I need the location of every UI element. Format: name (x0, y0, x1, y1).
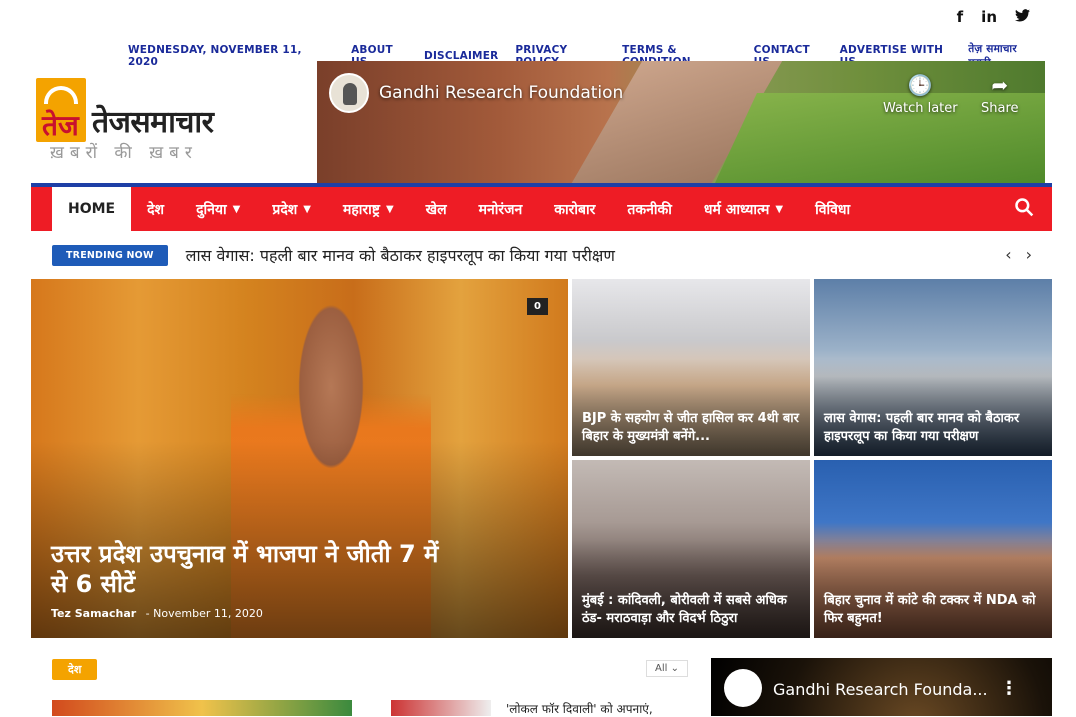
trending-arrows: ‹› (1005, 245, 1046, 264)
site-logo[interactable]: तेज तेजसमाचार ख़बरों की ख़बर (36, 78, 291, 166)
filter-label: All (655, 663, 668, 674)
nav-item-duniya[interactable]: दुनिया ▼ (180, 187, 256, 231)
nav-item-maharashtra[interactable]: महाराष्ट्र ▼ (327, 187, 410, 231)
chevron-right-icon[interactable]: › (1026, 245, 1046, 264)
nav-label: विविधा (815, 201, 851, 218)
article-card[interactable]: BJP के सहयोग से जीत हासिल कर 4थी बार बिह… (572, 279, 810, 456)
filter-dropdown[interactable]: All ⌄ (646, 660, 688, 677)
nav-item-manoranjan[interactable]: मनोरंजन (463, 187, 539, 231)
twitter-icon[interactable] (1015, 8, 1030, 26)
logo-tagline: ख़बरों की ख़बर (50, 143, 198, 163)
trending-headline[interactable]: लास वेगास: पहली बार मानव को बैठाकर हाइपर… (186, 244, 615, 266)
featured-meta: Tez Samachar - November 11, 2020 (51, 607, 263, 620)
comment-count[interactable]: 0 (527, 298, 548, 315)
chevron-down-icon: ▼ (385, 203, 394, 215)
nav-label: कारोबार (554, 201, 596, 218)
linkedin-icon[interactable]: in (981, 8, 997, 26)
social-links: f in (957, 8, 1030, 26)
meta-separator: - (145, 607, 150, 620)
facebook-icon[interactable]: f (957, 8, 964, 26)
chevron-down-icon: ▼ (232, 203, 241, 215)
featured-article[interactable]: 0 उत्तर प्रदेश उपचुनाव में भाजपा ने जीती… (31, 279, 568, 638)
sidebar-video-embed[interactable]: Gandhi Research Founda... ⋮ (711, 658, 1052, 716)
header-video-embed[interactable]: Gandhi Research Foundation 🕒 Watch later… (317, 61, 1045, 183)
section-header: देश All ⌄ (52, 658, 688, 680)
video-channel-title[interactable]: Gandhi Research Foundation (379, 83, 623, 103)
nav-label: प्रदेश (272, 201, 298, 218)
clock-icon: 🕒 (907, 73, 933, 97)
nav-label: धर्म आध्यात्म (703, 201, 770, 218)
chevron-down-icon: ▼ (775, 203, 784, 215)
share-icon: ➦ (991, 73, 1009, 97)
search-icon[interactable] (1014, 197, 1034, 222)
nav-item-karobar[interactable]: कारोबार (538, 187, 611, 231)
chevron-left-icon[interactable]: ‹ (1005, 245, 1025, 264)
author[interactable]: Tez Samachar (51, 607, 136, 620)
share-label: Share (981, 101, 1019, 116)
nav-item-khel[interactable]: खेल (410, 187, 463, 231)
article-title[interactable]: BJP के सहयोग से जीत हासिल कर 4थी बार बिह… (582, 410, 800, 446)
watch-later-label: Watch later (883, 101, 958, 116)
nav-label: HOME (68, 201, 116, 217)
logo-mark-text: तेज (42, 109, 79, 142)
video-channel-title[interactable]: Gandhi Research Founda... (773, 680, 988, 699)
logo-mark: तेज (36, 78, 86, 142)
article-title[interactable]: लास वेगास: पहली बार मानव को बैठाकर हाइपर… (824, 410, 1042, 446)
post-date: November 11, 2020 (153, 607, 263, 620)
logo-name: तेजसमाचार (92, 105, 214, 140)
article-title[interactable]: बिहार चुनाव में कांटे की टक्कर में NDA क… (824, 592, 1042, 628)
article-title[interactable]: मुंबई : कांदिवली, बोरीवली में सबसे अधिक … (582, 592, 800, 628)
nav-label: महाराष्ट्र (343, 201, 380, 218)
nav-item-home[interactable]: HOME (52, 187, 132, 231)
nav-item-pradesh[interactable]: प्रदेश ▼ (256, 187, 327, 231)
nav-item-takniki[interactable]: तकनीकी (611, 187, 688, 231)
article-card[interactable]: मुंबई : कांदिवली, बोरीवली में सबसे अधिक … (572, 460, 810, 638)
watch-later-button[interactable]: 🕒 Watch later (883, 73, 958, 116)
trending-bar: TRENDING NOW लास वेगास: पहली बार मानव को… (52, 243, 1046, 267)
article-card[interactable]: बिहार चुनाव में कांटे की टक्कर में NDA क… (814, 460, 1052, 638)
chevron-down-icon: ⌄ (670, 663, 679, 674)
nav-label: तकनीकी (627, 201, 672, 218)
article-card[interactable]: लास वेगास: पहली बार मानव को बैठाकर हाइपर… (814, 279, 1052, 456)
channel-avatar[interactable] (329, 73, 369, 113)
chevron-down-icon: ▼ (303, 203, 311, 215)
trending-badge: TRENDING NOW (52, 244, 168, 266)
nav-label: देश (147, 201, 165, 218)
main-nav: HOME देश दुनिया ▼ प्रदेश ▼ महाराष्ट्र ▼ खेल… (31, 183, 1052, 231)
more-options-icon[interactable]: ⋮ (1000, 678, 1018, 699)
article-thumbnail[interactable] (52, 700, 352, 716)
featured-title[interactable]: उत्तर प्रदेश उपचुनाव में भाजपा ने जीती 7… (51, 539, 451, 599)
nav-item-vividha[interactable]: विविधा (799, 187, 866, 231)
nav-item-dharm[interactable]: धर्म आध्यात्म ▼ (688, 187, 799, 231)
article-snippet[interactable]: 'लोकल फॉर दिवाली' को अपनाएं, (506, 700, 653, 717)
nav-label: दुनिया (196, 201, 227, 218)
current-date: WEDNESDAY, NOVEMBER 11, 2020 (128, 44, 302, 68)
nav-label: मनोरंजन (478, 201, 523, 218)
article-thumbnail[interactable] (391, 700, 491, 716)
category-badge[interactable]: देश (52, 659, 98, 680)
share-button[interactable]: ➦ Share (981, 73, 1019, 116)
channel-avatar[interactable] (724, 669, 762, 707)
nav-item-desh[interactable]: देश (131, 187, 180, 231)
nav-label: खेल (425, 201, 447, 218)
